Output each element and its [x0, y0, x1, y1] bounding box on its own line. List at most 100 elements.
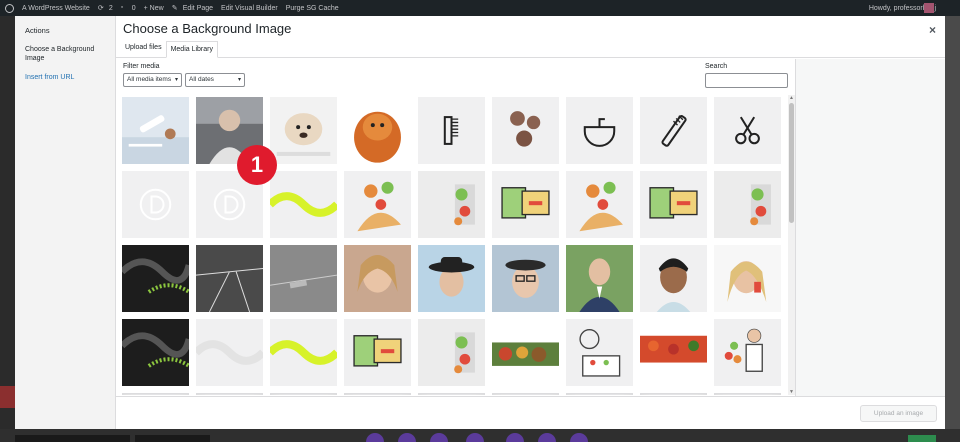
backdrop-stripe — [0, 386, 15, 408]
media-thumbnail[interactable] — [344, 319, 411, 386]
filter-type-select[interactable]: All media items ▾ — [123, 73, 182, 87]
admin-bar-edit-page[interactable]: ✎ Edit Page — [172, 4, 213, 13]
media-thumbnail[interactable] — [418, 171, 485, 238]
media-thumbnail[interactable] — [418, 97, 485, 164]
illustration-coupons — [492, 171, 559, 238]
photo-dark-pattern — [122, 319, 189, 386]
wordpress-logo-icon[interactable] — [5, 3, 14, 13]
photo-dog-on-table — [270, 97, 337, 164]
media-thumbnail[interactable] — [122, 171, 189, 238]
media-toolbar: Upload an image — [116, 396, 945, 429]
backdrop-dot — [506, 433, 524, 442]
backdrop-dot — [538, 433, 556, 442]
media-thumbnail[interactable] — [270, 319, 337, 386]
media-thumbnail[interactable] — [122, 245, 189, 312]
media-thumbnail[interactable] — [640, 97, 707, 164]
media-thumbnail[interactable] — [196, 319, 263, 386]
avatar[interactable] — [924, 3, 934, 13]
backdrop-bar — [15, 435, 130, 442]
media-thumbnail[interactable] — [714, 171, 781, 238]
media-thumbnail[interactable] — [714, 319, 781, 386]
grid-scrollbar[interactable]: ▲ ▼ — [788, 95, 795, 395]
media-thumbnail[interactable] — [418, 393, 485, 395]
media-thumbnail[interactable] — [344, 245, 411, 312]
illustration-food — [344, 171, 411, 238]
photo-tennis-gray — [270, 245, 337, 312]
photo-woman-smiling — [344, 245, 411, 312]
icon-sink — [566, 97, 633, 164]
media-thumbnail[interactable] — [714, 245, 781, 312]
media-thumbnail[interactable] — [196, 245, 263, 312]
media-menu: Actions Choose a Background Image Insert… — [15, 16, 116, 429]
tab-media-library[interactable]: Media Library — [165, 41, 218, 58]
media-thumbnail[interactable] — [418, 245, 485, 312]
illustration-vegetables-bag — [714, 171, 781, 238]
backdrop-dot — [570, 433, 588, 442]
admin-bar-visual-builder[interactable]: Edit Visual Builder — [221, 5, 278, 12]
media-thumbnail[interactable] — [492, 171, 559, 238]
tab-upload-files[interactable]: Upload files — [121, 40, 166, 57]
scroll-down-icon[interactable]: ▼ — [788, 389, 795, 395]
media-thumbnail[interactable] — [270, 171, 337, 238]
media-thumbnail[interactable] — [640, 319, 707, 386]
attachment-details-sidebar — [795, 59, 945, 396]
media-thumbnail[interactable] — [566, 171, 633, 238]
backdrop-dot — [466, 433, 484, 442]
admin-bar-new[interactable]: + New — [144, 5, 164, 12]
media-thumbnail[interactable] — [270, 393, 337, 395]
close-icon[interactable]: × — [929, 23, 936, 37]
media-thumbnail[interactable] — [492, 97, 559, 164]
photo-woman-hat — [418, 245, 485, 312]
icon-hairbrush — [640, 97, 707, 164]
scroll-thumb[interactable] — [789, 103, 794, 223]
media-thumbnail[interactable] — [492, 319, 559, 386]
media-thumbnail[interactable] — [566, 97, 633, 164]
media-thumbnail[interactable] — [714, 97, 781, 164]
admin-bar-updates[interactable]: ⟳ 2 — [98, 4, 113, 13]
media-thumbnail[interactable] — [566, 245, 633, 312]
media-thumbnail[interactable] — [640, 245, 707, 312]
media-thumbnail[interactable] — [566, 319, 633, 386]
media-thumbnail[interactable] — [566, 393, 633, 395]
media-thumbnail[interactable] — [270, 245, 337, 312]
logo-divi — [122, 171, 189, 238]
illustration-coupons — [640, 171, 707, 238]
menu-title: Actions — [25, 26, 50, 35]
media-thumbnail[interactable] — [270, 97, 337, 164]
media-thumbnail[interactable] — [344, 171, 411, 238]
media-thumbnail[interactable] — [196, 393, 263, 395]
graphic-gray-squiggle — [196, 319, 263, 386]
media-thumbnail[interactable] — [344, 393, 411, 395]
media-thumbnail[interactable] — [122, 97, 189, 164]
backdrop-green-button — [908, 435, 936, 442]
graphic-yellow-squiggle — [270, 171, 337, 238]
illustration-chef — [714, 319, 781, 386]
media-thumbnail[interactable] — [122, 393, 189, 395]
backdrop-right — [945, 16, 960, 442]
scroll-up-icon[interactable]: ▲ — [788, 95, 795, 101]
upload-image-button[interactable]: Upload an image — [860, 405, 937, 422]
menu-item-choose-background[interactable]: Choose a Background Image — [15, 45, 115, 63]
media-thumbnail[interactable] — [492, 245, 559, 312]
media-thumbnail[interactable] — [640, 171, 707, 238]
media-thumbnail[interactable] — [714, 393, 781, 395]
admin-bar-purge-cache[interactable]: Purge SG Cache — [286, 5, 339, 12]
filter-date-select[interactable]: All dates ▾ — [185, 73, 245, 87]
illustration-vegetables-bag — [418, 319, 485, 386]
backdrop-dot — [398, 433, 416, 442]
backdrop-dot — [366, 433, 384, 442]
media-thumbnail[interactable] — [344, 97, 411, 164]
photo-market-produce — [640, 319, 707, 386]
photo-star-cookies — [492, 97, 559, 164]
graphic-yellow-squiggle — [270, 319, 337, 386]
media-thumbnail[interactable] — [492, 393, 559, 395]
page-title: Choose a Background Image — [123, 21, 292, 36]
admin-bar-site-name[interactable]: A WordPress Website — [22, 5, 90, 12]
search-input[interactable] — [705, 73, 788, 88]
menu-item-insert-url[interactable]: Insert from URL — [15, 73, 115, 82]
media-thumbnail[interactable] — [122, 319, 189, 386]
photo-man-smiling — [640, 245, 707, 312]
media-thumbnail[interactable] — [640, 393, 707, 395]
admin-bar-comments[interactable]: ▫ 0 — [121, 4, 136, 12]
media-thumbnail[interactable] — [418, 319, 485, 386]
